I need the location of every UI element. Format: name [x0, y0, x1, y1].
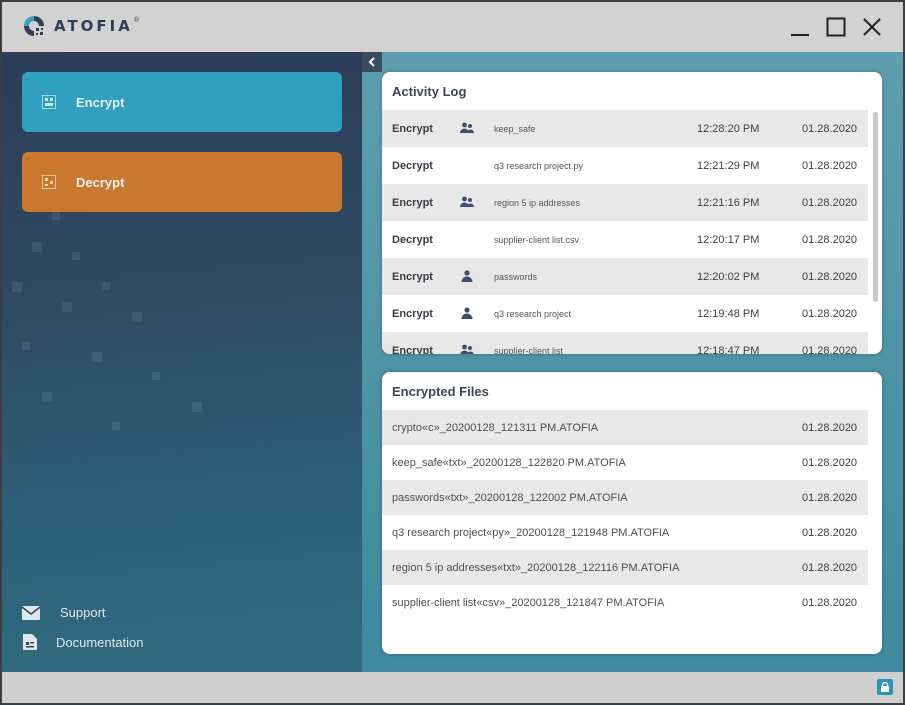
encrypted-file-row[interactable]: passwords«txt»_20200128_122002 PM.ATOFIA… [382, 480, 868, 515]
activity-time: 12:20:17 PM [697, 233, 760, 246]
users-icon [460, 122, 474, 133]
encrypted-files-panel: Encrypted Files crypto«c»_20200128_12131… [382, 372, 882, 654]
activity-log-row[interactable]: Encrypt q3 research project 12:19:48 PM 01.… [382, 295, 868, 332]
activity-action: Decrypt [392, 233, 433, 246]
encrypted-file-name: q3 research project«py»_20200128_121948 … [392, 526, 670, 539]
activity-time: 12:18:47 PM [697, 344, 760, 355]
decrypt-button[interactable]: Decrypt [22, 152, 342, 212]
activity-date: 01.28.2020 [802, 159, 858, 172]
encrypted-file-row[interactable]: q3 research project«py»_20200128_121948 … [382, 515, 868, 550]
encrypted-file-date: 01.28.2020 [802, 561, 858, 574]
maximize-button[interactable] [825, 16, 847, 38]
main-content: Activity Log Encrypt keep_safe 12:28:20 PM… [362, 52, 903, 672]
decrypt-icon [42, 175, 56, 189]
encrypted-file-row[interactable]: supplier-client list«csv»_20200128_12184… [382, 585, 868, 620]
brand-name: ATOFIA [54, 17, 133, 35]
activity-time: 12:21:29 PM [697, 159, 760, 172]
encrypted-file-row[interactable]: region 5 ip addresses«txt»_20200128_1221… [382, 550, 868, 585]
activity-file-name: passwords [494, 271, 538, 282]
activity-time: 12:21:16 PM [697, 196, 760, 209]
activity-file-name: supplier-client list [494, 345, 564, 355]
encrypted-file-name: passwords«txt»_20200128_122002 PM.ATOFIA [392, 491, 628, 504]
activity-log-row[interactable]: Encrypt keep_safe 12:28:20 PM 01.28.2020 [382, 110, 868, 147]
activity-date: 01.28.2020 [802, 270, 858, 283]
activity-action: Encrypt [392, 122, 433, 135]
activity-file-name: q3 research project.py [494, 160, 584, 171]
activity-time: 12:19:48 PM [697, 307, 760, 320]
support-label: Support [60, 605, 106, 620]
encrypted-files-list: crypto«c»_20200128_121311 PM.ATOFIA 01.28… [382, 410, 868, 620]
activity-date: 01.28.2020 [802, 344, 858, 355]
activity-log-title: Activity Log [392, 84, 467, 99]
encrypted-file-date: 01.28.2020 [802, 596, 858, 609]
app-window: ATOFIA ® Encrypt Decrypt Support Documen… [0, 0, 905, 705]
activity-date: 01.28.2020 [802, 122, 858, 135]
activity-date: 01.28.2020 [802, 196, 858, 209]
app-logo: ATOFIA ® [22, 14, 139, 38]
encrypted-files-title: Encrypted Files [392, 384, 489, 399]
encrypted-file-date: 01.28.2020 [802, 491, 858, 504]
support-link[interactable]: Support [22, 605, 106, 620]
documentation-link[interactable]: Documentation [22, 634, 143, 650]
encrypt-icon [42, 95, 56, 109]
activity-action: Encrypt [392, 307, 433, 320]
title-bar: ATOFIA ® [2, 2, 903, 52]
activity-log-row[interactable]: Decrypt supplier-client list.csv 12:20:17 … [382, 221, 868, 258]
minimize-button[interactable] [789, 16, 811, 38]
collapse-sidebar-button[interactable] [362, 52, 382, 72]
activity-log-panel: Activity Log Encrypt keep_safe 12:28:20 PM… [382, 72, 882, 354]
encrypt-label: Encrypt [76, 94, 125, 110]
encrypted-file-date: 01.28.2020 [802, 526, 858, 539]
maximize-icon [826, 17, 846, 37]
activity-log-row[interactable]: Encrypt region 5 ip addresses 12:21:16 PM 0… [382, 184, 868, 221]
activity-file-name: supplier-client list.csv [494, 234, 580, 245]
registered-mark: ® [133, 16, 140, 24]
activity-file-name: region 5 ip addresses [494, 197, 581, 208]
activity-log-scrollbar[interactable] [873, 112, 878, 302]
encrypted-file-name: crypto«c»_20200128_121311 PM.ATOFIA [392, 421, 599, 434]
activity-log-list: Encrypt keep_safe 12:28:20 PM 01.28.2020 Dec… [382, 110, 868, 354]
minimize-icon [791, 34, 809, 36]
decrypt-label: Decrypt [76, 174, 125, 190]
activity-file-name: q3 research project [494, 308, 572, 319]
mail-icon [22, 605, 40, 620]
lock-button[interactable] [877, 679, 893, 695]
user-icon [461, 307, 473, 319]
activity-log-row[interactable]: Encrypt passwords 12:20:02 PM 01.28.2020 [382, 258, 868, 295]
document-icon [23, 634, 37, 650]
activity-action: Encrypt [392, 196, 433, 209]
activity-log-row[interactable]: Encrypt supplier-client list 12:18:47 PM 01… [382, 332, 868, 354]
activity-date: 01.28.2020 [802, 233, 858, 246]
users-icon [460, 344, 474, 354]
chevron-left-icon [368, 57, 375, 67]
users-icon [460, 196, 474, 207]
activity-time: 12:20:02 PM [697, 270, 760, 283]
activity-file-name: keep_safe [494, 123, 536, 134]
encrypted-file-row[interactable]: crypto«c»_20200128_121311 PM.ATOFIA 01.28… [382, 410, 868, 445]
activity-date: 01.28.2020 [802, 307, 858, 320]
encrypted-file-row[interactable]: keep_safe«txt»_20200128_122820 PM.ATOFIA… [382, 445, 868, 480]
encrypted-file-name: region 5 ip addresses«txt»_20200128_1221… [392, 561, 680, 574]
lock-icon [881, 682, 889, 692]
close-button[interactable] [861, 16, 883, 38]
encrypted-file-name: supplier-client list«csv»_20200128_12184… [392, 596, 665, 609]
activity-action: Encrypt [392, 270, 433, 283]
encrypted-file-name: keep_safe«txt»_20200128_122820 PM.ATOFIA [392, 456, 626, 469]
encrypt-button[interactable]: Encrypt [22, 72, 342, 132]
window-controls [789, 16, 883, 38]
activity-log-row[interactable]: Decrypt q3 research project.py 12:21:29 PM… [382, 147, 868, 184]
activity-action: Encrypt [392, 344, 433, 355]
activity-action: Decrypt [392, 159, 433, 172]
sidebar: Encrypt Decrypt Support Documentation [2, 52, 362, 672]
encrypted-file-date: 01.28.2020 [802, 456, 858, 469]
atofia-logo-icon [22, 14, 46, 38]
user-icon [461, 270, 473, 282]
close-icon [863, 18, 881, 36]
status-bar [2, 672, 903, 703]
activity-time: 12:28:20 PM [697, 122, 760, 135]
encrypted-file-date: 01.28.2020 [802, 421, 858, 434]
documentation-label: Documentation [56, 634, 144, 650]
